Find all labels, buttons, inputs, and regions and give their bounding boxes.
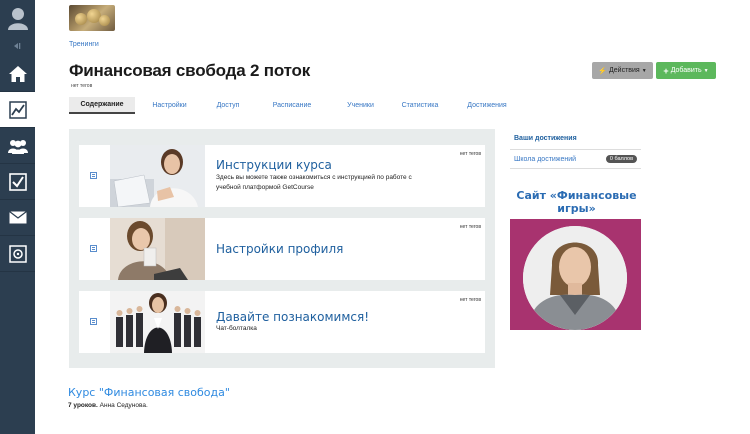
tab-statistics[interactable]: Статистика — [389, 97, 451, 114]
course-meta: 7 уроков. Анна Седунова. — [68, 402, 148, 409]
lesson-list-icon — [90, 245, 97, 252]
sidebar — [0, 0, 35, 434]
user-avatar-icon — [7, 8, 28, 30]
lesson-tags: нет тегов — [459, 151, 481, 157]
plus-icon: + — [663, 65, 669, 76]
caret-down-icon: ▼ — [641, 67, 647, 74]
lesson-tags: нет тегов — [459, 297, 481, 303]
promo-image[interactable] — [510, 219, 641, 330]
lesson-title[interactable]: Инструкции курса — [216, 158, 332, 172]
sidebar-item-settings[interactable] — [0, 236, 35, 272]
training-cover-image — [69, 5, 115, 31]
page-title: Финансовая свобода 2 поток — [69, 61, 311, 80]
mail-icon — [8, 211, 27, 224]
sidebar-item-tasks[interactable] — [0, 164, 35, 200]
actions-label: Действия — [609, 67, 640, 74]
promo-title[interactable]: Сайт «Финансовые игры» — [510, 189, 643, 215]
avatar[interactable] — [0, 0, 35, 36]
achievements-row: Школа достижений 0 баллов — [510, 149, 641, 169]
tab-bar: Содержание Настройки Доступ Расписание У… — [69, 97, 523, 114]
home-icon — [8, 65, 27, 82]
lesson-item[interactable]: Давайте познакомимся! Чат-болталка нет т… — [79, 291, 485, 353]
course-author: Анна Седунова. — [99, 402, 148, 409]
breadcrumb[interactable]: Тренинги — [69, 41, 99, 48]
lesson-title[interactable]: Давайте познакомимся! — [216, 310, 369, 324]
tab-access[interactable]: Доступ — [204, 97, 252, 114]
lesson-description: Чат-болталка — [216, 325, 257, 332]
add-button[interactable]: + Добавить ▼ — [656, 62, 716, 79]
sidebar-collapse-button[interactable] — [0, 36, 35, 56]
tab-settings[interactable]: Настройки — [135, 97, 204, 114]
course-link[interactable]: Курс "Финансовая свобода" — [68, 386, 230, 399]
add-label: Добавить — [670, 67, 702, 74]
actions-button[interactable]: ⚡ Действия ▼ — [592, 62, 653, 79]
achievements-title[interactable]: Ваши достижения — [514, 135, 577, 142]
bolt-icon: ⚡ — [598, 67, 608, 75]
lesson-item[interactable]: Настройки профиля нет тегов — [79, 218, 485, 280]
sidebar-item-home[interactable] — [0, 56, 35, 92]
chart-icon — [8, 100, 27, 119]
tab-content[interactable]: Содержание — [69, 97, 135, 114]
checkbox-icon — [8, 172, 27, 191]
lesson-tags: нет тегов — [459, 224, 481, 230]
sidebar-item-messages[interactable] — [0, 200, 35, 236]
lesson-item[interactable]: Инструкции курса Здесь вы можете также о… — [79, 145, 485, 207]
collapse-arrow-icon — [13, 43, 20, 49]
users-icon — [7, 139, 28, 154]
lesson-description: Здесь вы можете также ознакомиться с инс… — [216, 174, 412, 191]
sidebar-item-trainings[interactable] — [0, 92, 35, 128]
achievements-school-link[interactable]: Школа достижений — [514, 156, 576, 163]
page-tags: нет тегов — [71, 83, 93, 89]
lesson-list-icon — [90, 318, 97, 325]
lesson-thumbnail — [110, 218, 205, 280]
tab-students[interactable]: Ученики — [332, 97, 389, 114]
lesson-thumbnail — [110, 145, 205, 207]
lesson-list-icon — [90, 172, 97, 179]
tab-achievements[interactable]: Достижения — [451, 97, 523, 114]
lesson-thumbnail — [110, 291, 205, 353]
tab-schedule[interactable]: Расписание — [252, 97, 332, 114]
safe-icon — [8, 244, 27, 263]
sidebar-item-users[interactable] — [0, 128, 35, 164]
points-badge: 0 баллов — [605, 155, 637, 163]
caret-down-icon: ▼ — [703, 67, 709, 74]
lesson-title[interactable]: Настройки профиля — [216, 242, 343, 256]
lessons-count: 7 уроков. — [68, 402, 98, 409]
